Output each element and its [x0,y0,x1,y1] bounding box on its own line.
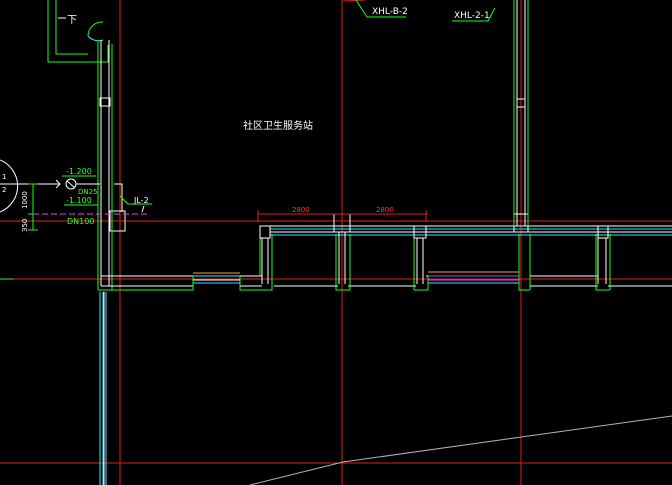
pipe-dn100: DN100 [67,217,94,226]
elev-top: -1.200 [66,167,92,176]
window-left [193,272,240,284]
axis-line-diag [342,0,366,2]
dimension-line [257,210,428,222]
cad-drawing-canvas[interactable]: 下 2800 2800 XHL-B-2 XHL-2-1 社区卫生服务站 1 2 … [0,0,672,485]
valve-mark: 下 [67,15,77,26]
dim-2800-right: 2800 [376,206,394,214]
slope-lines [249,415,672,485]
column-1 [259,225,271,239]
lower-left-wall [99,292,107,485]
dim-2800-left: 2800 [292,206,310,214]
railing-strip [262,225,672,236]
dim-350: 350 [21,219,29,232]
room-name: 社区卫生服务站 [243,119,313,132]
elev-bottom: -1.100 [66,196,92,205]
tag-jl2: JL-2 [133,196,149,205]
tag-xhl-21: XHL-2-1 [454,11,490,21]
pipe-dn25: DN25 [78,188,98,196]
tag-xhl-b2: XHL-B-2 [372,7,408,17]
window-middle [428,271,519,284]
door-outline [47,0,109,63]
exterior-wall-green [98,234,611,291]
exterior-wall [101,275,672,287]
left-wall-green [97,40,113,290]
dim-1000: 1000 [21,191,29,209]
left-mark-2: 2 [2,186,6,194]
left-mark-1: 1 [2,173,6,181]
